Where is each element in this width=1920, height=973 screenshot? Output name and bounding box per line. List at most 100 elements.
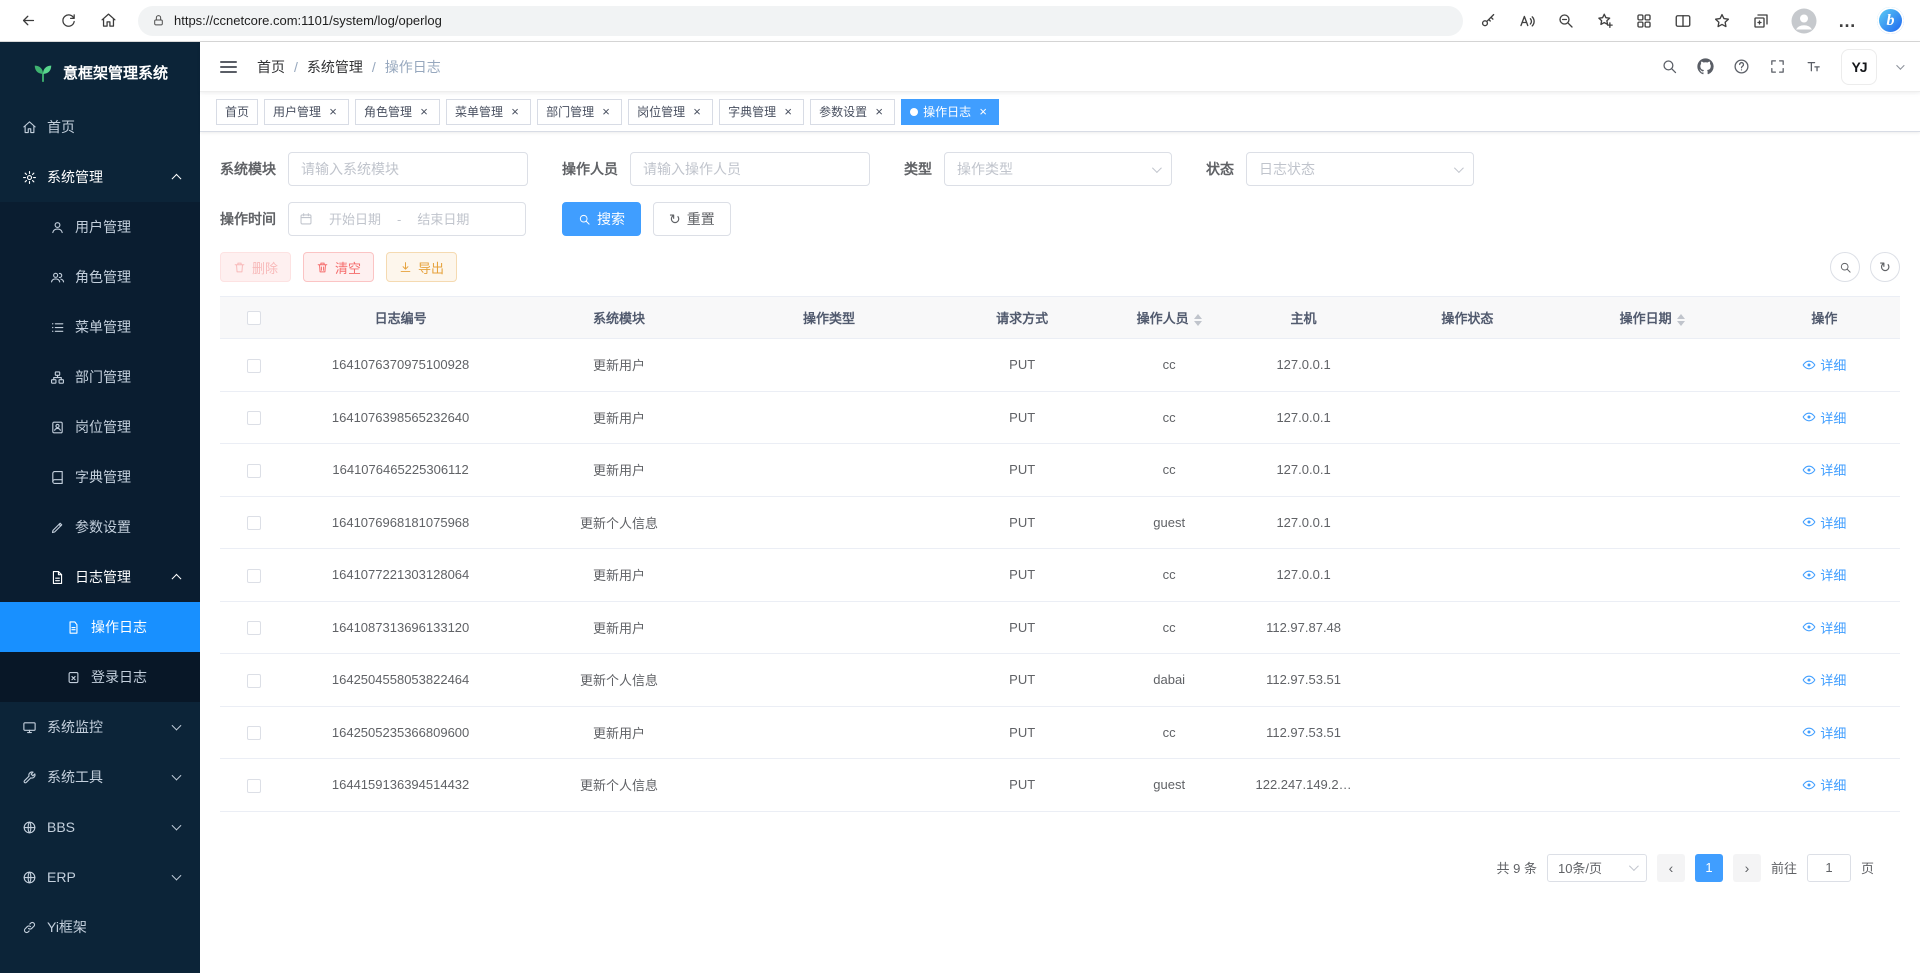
column-operator[interactable]: 操作人员 — [1110, 297, 1228, 339]
sidebar-item-dict[interactable]: 字典管理 — [0, 452, 200, 502]
delete-button[interactable]: 删除 — [220, 252, 291, 282]
module-input[interactable] — [288, 152, 528, 186]
sidebar-item-log[interactable]: 日志管理 — [0, 552, 200, 602]
tab-menu[interactable]: 菜单管理× — [446, 99, 531, 125]
read-aloud-icon[interactable] — [1518, 12, 1536, 30]
sidebar-item-erp[interactable]: ERP — [0, 852, 200, 902]
detail-link[interactable]: 详细 — [1802, 355, 1846, 374]
tab-user[interactable]: 用户管理× — [264, 99, 349, 125]
refresh-table-button[interactable]: ↻ — [1870, 252, 1900, 282]
close-icon[interactable]: × — [599, 105, 613, 119]
fullscreen-icon[interactable] — [1769, 58, 1786, 75]
favorites-add-icon[interactable] — [1596, 12, 1614, 30]
sidebar-item-bbs[interactable]: BBS — [0, 802, 200, 852]
end-date-input[interactable] — [406, 212, 480, 227]
breadcrumb-system[interactable]: 系统管理 — [307, 57, 363, 77]
tab-operlog[interactable]: 操作日志× — [901, 99, 999, 125]
row-checkbox[interactable] — [247, 621, 261, 635]
url-text[interactable]: https://ccnetcore.com:1101/system/log/op… — [174, 13, 442, 28]
sidebar-item-operlog[interactable]: 操作日志 — [0, 602, 200, 652]
extensions-icon[interactable] — [1635, 12, 1653, 30]
detail-link[interactable]: 详细 — [1802, 460, 1846, 479]
sidebar-item-user[interactable]: 用户管理 — [0, 202, 200, 252]
search-button[interactable]: 搜索 — [562, 202, 641, 236]
favorites-icon[interactable] — [1713, 12, 1731, 30]
browser-profile-avatar[interactable] — [1791, 8, 1817, 34]
breadcrumb-home[interactable]: 首页 — [257, 57, 285, 77]
next-page-button[interactable]: › — [1733, 854, 1761, 882]
sidebar-item-monitor[interactable]: 系统监控 — [0, 702, 200, 752]
close-icon[interactable]: × — [690, 105, 704, 119]
type-select[interactable]: 操作类型 — [944, 152, 1172, 186]
detail-link[interactable]: 详细 — [1802, 670, 1846, 689]
browser-back-button[interactable] — [14, 7, 42, 35]
row-checkbox[interactable] — [247, 516, 261, 530]
sidebar-item-post[interactable]: 岗位管理 — [0, 402, 200, 452]
date-range-picker[interactable]: - — [288, 202, 526, 236]
close-icon[interactable]: × — [781, 105, 795, 119]
column-date[interactable]: 操作日期 — [1556, 297, 1749, 339]
row-checkbox[interactable] — [247, 411, 261, 425]
tab-post[interactable]: 岗位管理× — [628, 99, 713, 125]
font-size-icon[interactable] — [1805, 58, 1822, 75]
detail-link[interactable]: 详细 — [1802, 565, 1846, 584]
tab-dept[interactable]: 部门管理× — [537, 99, 622, 125]
detail-link[interactable]: 详细 — [1802, 513, 1846, 532]
row-checkbox[interactable] — [247, 674, 261, 688]
zoom-icon[interactable] — [1557, 12, 1575, 30]
collections-icon[interactable] — [1752, 12, 1770, 30]
sidebar-item-role[interactable]: 角色管理 — [0, 252, 200, 302]
address-bar[interactable]: https://ccnetcore.com:1101/system/log/op… — [138, 6, 1463, 36]
tab-param[interactable]: 参数设置× — [810, 99, 895, 125]
sidebar-item-menu[interactable]: 菜单管理 — [0, 302, 200, 352]
browser-home-button[interactable] — [94, 7, 122, 35]
page-number-active[interactable]: 1 — [1695, 854, 1723, 882]
reset-button[interactable]: ↻ 重置 — [653, 202, 731, 236]
close-icon[interactable]: × — [508, 105, 522, 119]
row-checkbox[interactable] — [247, 464, 261, 478]
password-key-icon[interactable] — [1479, 12, 1497, 30]
status-select[interactable]: 日志状态 — [1246, 152, 1474, 186]
row-checkbox[interactable] — [247, 779, 261, 793]
sidebar-item-tools[interactable]: 系统工具 — [0, 752, 200, 802]
hamburger-icon[interactable] — [218, 54, 239, 80]
export-button[interactable]: 导出 — [386, 252, 457, 282]
clear-button[interactable]: 清空 — [303, 252, 374, 282]
detail-link[interactable]: 详细 — [1802, 723, 1846, 742]
select-all-checkbox[interactable] — [247, 311, 261, 325]
detail-link[interactable]: 详细 — [1802, 618, 1846, 637]
row-checkbox[interactable] — [247, 569, 261, 583]
sidebar-item-home[interactable]: 首页 — [0, 102, 200, 152]
tab-role[interactable]: 角色管理× — [355, 99, 440, 125]
tab-home[interactable]: 首页 — [216, 99, 258, 125]
close-icon[interactable]: × — [976, 105, 990, 119]
sidebar-item-dept[interactable]: 部门管理 — [0, 352, 200, 402]
user-avatar[interactable]: YJ — [1841, 49, 1877, 85]
github-icon[interactable] — [1697, 58, 1714, 75]
toggle-search-button[interactable] — [1830, 252, 1860, 282]
detail-link[interactable]: 详细 — [1802, 408, 1846, 427]
tab-dict[interactable]: 字典管理× — [719, 99, 804, 125]
browser-menu-icon[interactable]: … — [1838, 16, 1856, 26]
browser-refresh-button[interactable] — [54, 7, 82, 35]
close-icon[interactable]: × — [872, 105, 886, 119]
sidebar-item-loginlog[interactable]: 登录日志 — [0, 652, 200, 702]
copilot-icon[interactable]: b — [1877, 7, 1904, 34]
page-size-select[interactable]: 10条/页 — [1547, 854, 1647, 882]
sidebar-item-param[interactable]: 参数设置 — [0, 502, 200, 552]
prev-page-button[interactable]: ‹ — [1657, 854, 1685, 882]
start-date-input[interactable] — [318, 212, 392, 227]
operator-input[interactable] — [630, 152, 870, 186]
close-icon[interactable]: × — [326, 105, 340, 119]
search-icon[interactable] — [1661, 58, 1678, 75]
sidebar-item-yi[interactable]: Yi框架 — [0, 902, 200, 952]
split-screen-icon[interactable] — [1674, 12, 1692, 30]
chevron-down-icon[interactable] — [1896, 61, 1904, 69]
help-icon[interactable] — [1733, 58, 1750, 75]
sidebar-item-system[interactable]: 系统管理 — [0, 152, 200, 202]
row-checkbox[interactable] — [247, 726, 261, 740]
goto-page-input[interactable] — [1807, 854, 1851, 882]
detail-link[interactable]: 详细 — [1802, 775, 1846, 794]
row-checkbox[interactable] — [247, 359, 261, 373]
close-icon[interactable]: × — [417, 105, 431, 119]
